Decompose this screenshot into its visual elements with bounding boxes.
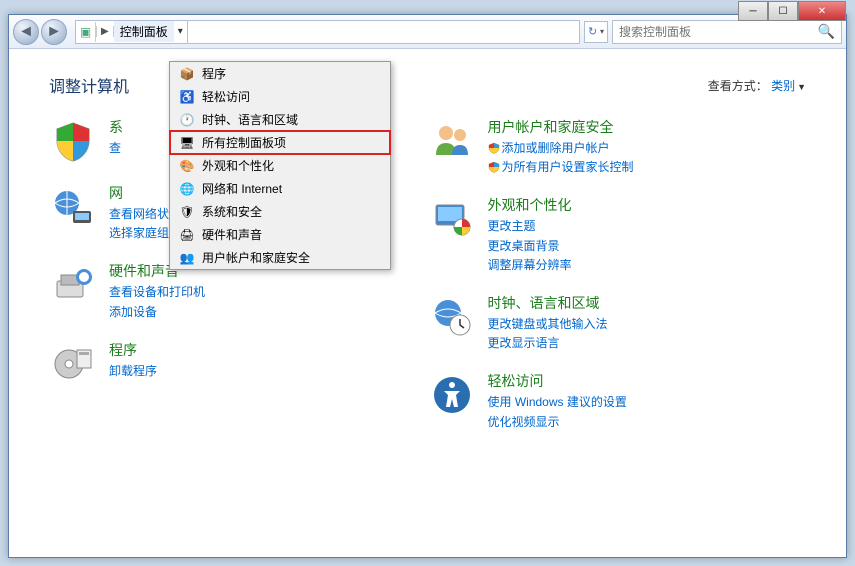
category-link[interactable]: 更改主题 [488,217,572,236]
dropdown-item[interactable]: 📦 程序 [170,62,390,85]
ease-icon [428,371,476,419]
dropdown-item-icon: 📦 [178,66,196,82]
category-link[interactable]: 使用 Windows 建议的设置 [488,393,627,412]
close-button[interactable]: ✕ [798,1,846,21]
dropdown-item-icon: 🕐 [178,112,196,128]
category-item: 时钟、语言和区域 更改键盘或其他输入法更改显示语言 [428,293,807,353]
dropdown-item-label: 用户帐户和家庭安全 [202,249,310,266]
address-spacer[interactable] [188,20,580,44]
hardware-icon [49,261,97,309]
dropdown-item-label: 时钟、语言和区域 [202,111,298,128]
category-title[interactable]: 轻松访问 [488,371,627,391]
back-button[interactable]: ◄ [13,19,39,45]
page-title: 调整计算机 [49,73,129,97]
category-link[interactable]: 为所有用户设置家长控制 [488,158,634,177]
category-link[interactable]: 更改桌面背景 [488,237,572,256]
network-icon [49,183,97,231]
chevron-down-icon[interactable]: ▼ [797,82,806,92]
maximize-button[interactable]: ☐ [768,1,798,21]
appearance-icon [428,195,476,243]
category-title[interactable]: 外观和个性化 [488,195,572,215]
content-area: 调整计算机 查看方式： 类别▼ 系 查 网 查看网络状态和任务选择家庭组和共享选… [9,49,846,541]
search-box[interactable]: 🔍 [612,20,842,44]
category-link[interactable]: 添加设备 [109,303,205,322]
window-controls: ─ ☐ ✕ [738,1,846,21]
dropdown-item[interactable]: 👥 用户帐户和家庭安全 [170,246,390,269]
dropdown-item-icon: 🎨 [178,158,196,174]
shield-color-icon [49,117,97,165]
dropdown-item-icon: 🌐 [178,181,196,197]
category-item: 轻松访问 使用 Windows 建议的设置优化视频显示 [428,371,807,431]
control-panel-icon: ▣ [76,22,96,42]
dropdown-item-label: 所有控制面板项 [202,134,286,151]
clock-icon [428,293,476,341]
breadcrumb-dropdown-icon[interactable]: ▾ [174,26,187,37]
category-link[interactable]: 优化视频显示 [488,413,627,432]
dropdown-item[interactable]: 🛡 系统和安全 [170,200,390,223]
dropdown-item[interactable]: 🕐 时钟、语言和区域 [170,108,390,131]
refresh-button[interactable] [584,21,608,43]
category-link[interactable]: 添加或删除用户帐户 [488,139,634,158]
category-title[interactable]: 程序 [109,340,157,360]
category-item: 硬件和声音 查看设备和打印机添加设备 [49,261,428,321]
breadcrumb-separator[interactable]: ▶ [96,26,114,37]
category-link[interactable]: 查 [109,139,123,158]
category-link[interactable]: 更改键盘或其他输入法 [488,315,608,334]
navigation-bar: ◄ ► ▣ ▶ 控制面板 ▾ 🔍 [9,15,846,49]
programs-icon [49,340,97,388]
breadcrumb-current[interactable]: 控制面板 [114,21,174,42]
dropdown-item-label: 轻松访问 [202,88,250,105]
search-input[interactable] [619,25,818,39]
forward-button[interactable]: ► [41,19,67,45]
dropdown-item-label: 硬件和声音 [202,226,262,243]
dropdown-item-icon: 🖥 [178,135,196,151]
control-panel-window: ─ ☐ ✕ ◄ ► ▣ ▶ 控制面板 ▾ 🔍 调整计算机 查看方式： 类别▼ [8,14,847,558]
dropdown-item[interactable]: 🖥 所有控制面板项 [170,131,390,154]
breadcrumb[interactable]: ▣ ▶ 控制面板 ▾ [75,20,188,44]
dropdown-item-label: 外观和个性化 [202,157,274,174]
view-mode-value[interactable]: 类别 [771,79,795,93]
search-icon[interactable]: 🔍 [818,23,835,40]
category-link[interactable]: 卸载程序 [109,362,157,381]
category-item: 外观和个性化 更改主题更改桌面背景调整屏幕分辨率 [428,195,807,275]
category-item: 用户帐户和家庭安全 添加或删除用户帐户为所有用户设置家长控制 [428,117,807,177]
category-title[interactable]: 系 [109,117,123,137]
breadcrumb-dropdown-menu: 📦 程序 ♿ 轻松访问 🕐 时钟、语言和区域 🖥 所有控制面板项 🎨 外观和个性化 🌐 网络和 Int… [169,61,391,270]
dropdown-item[interactable]: 🖨 硬件和声音 [170,223,390,246]
users-icon [428,117,476,165]
dropdown-item-icon: 🖨 [178,227,196,243]
category-title[interactable]: 用户帐户和家庭安全 [488,117,634,137]
category-grid: 系 查 网 查看网络状态和任务选择家庭组和共享选项 硬件和声音 查看设备和打印机… [49,117,806,450]
category-item: 程序 卸载程序 [49,340,428,388]
dropdown-item-label: 网络和 Internet [202,180,282,197]
category-link[interactable]: 更改显示语言 [488,334,608,353]
dropdown-item[interactable]: 🎨 外观和个性化 [170,154,390,177]
dropdown-item-icon: 🛡 [178,204,196,220]
dropdown-item-icon: ♿ [178,89,196,105]
dropdown-item-label: 系统和安全 [202,203,262,220]
dropdown-item[interactable]: 🌐 网络和 Internet [170,177,390,200]
category-link[interactable]: 查看设备和打印机 [109,283,205,302]
dropdown-item[interactable]: ♿ 轻松访问 [170,85,390,108]
dropdown-item-label: 程序 [202,65,226,82]
category-link[interactable]: 调整屏幕分辨率 [488,256,572,275]
minimize-button[interactable]: ─ [738,1,768,21]
dropdown-item-icon: 👥 [178,250,196,266]
view-mode-label: 查看方式： [708,79,768,93]
category-title[interactable]: 时钟、语言和区域 [488,293,608,313]
view-mode: 查看方式： 类别▼ [708,77,806,94]
